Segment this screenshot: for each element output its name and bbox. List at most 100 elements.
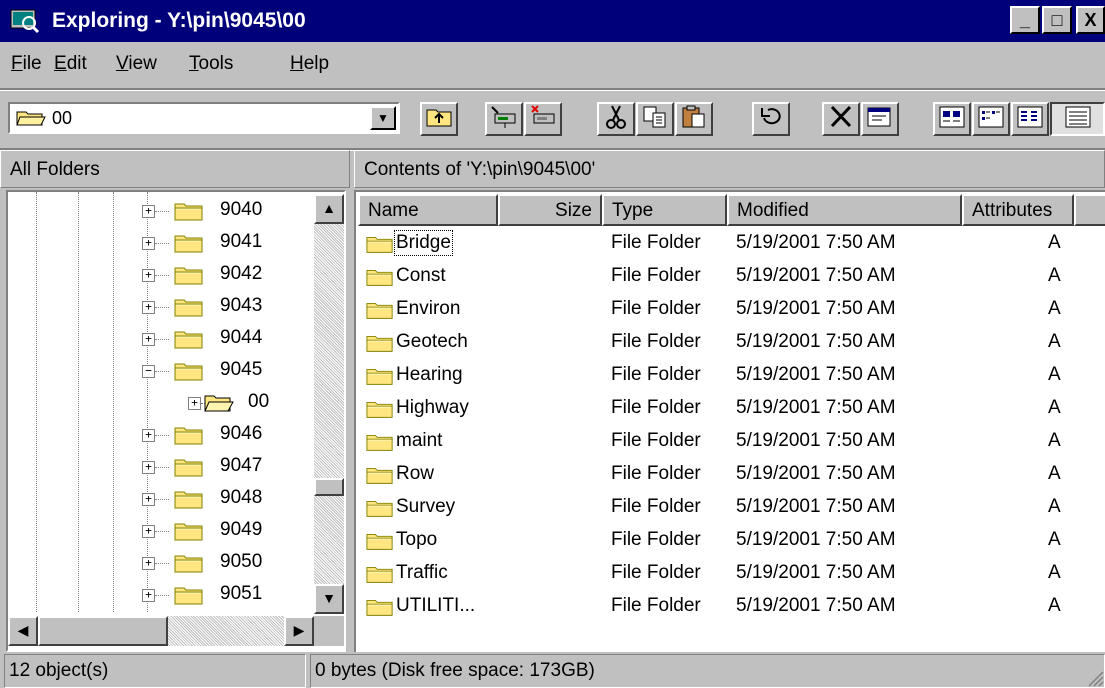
tree-item-label: 9049 — [220, 519, 263, 540]
column-size[interactable]: Size — [498, 194, 602, 226]
small-icons-button[interactable] — [972, 102, 1010, 136]
scroll-left-button[interactable]: ◀ — [8, 616, 38, 646]
cut-button[interactable] — [597, 102, 635, 136]
file-modified: 5/19/2001 7:50 AM — [736, 232, 896, 253]
column-modified[interactable]: Modified — [727, 194, 962, 226]
folder-icon — [366, 435, 393, 451]
resize-grip-icon[interactable] — [1085, 668, 1105, 688]
tree-item[interactable]: +9046 — [8, 420, 308, 452]
column-name[interactable]: Name — [358, 194, 498, 226]
tree-vscroll-track[interactable] — [314, 194, 344, 614]
menu-accel: T — [189, 53, 199, 74]
menu-view[interactable]: View — [116, 53, 157, 75]
file-name: Highway — [396, 397, 469, 418]
list-item[interactable]: Environ File Folder 5/19/2001 7:50 AM A — [356, 294, 1101, 328]
expand-toggle[interactable]: + — [142, 269, 155, 282]
up-one-level-button[interactable] — [420, 102, 458, 136]
expand-toggle[interactable]: + — [142, 493, 155, 506]
list-item[interactable]: Row File Folder 5/19/2001 7:50 AM A — [356, 459, 1101, 493]
large-icons-button[interactable] — [933, 102, 971, 136]
expand-toggle[interactable]: + — [142, 525, 155, 538]
expand-toggle[interactable]: + — [142, 557, 155, 570]
tree-hscroll-thumb[interactable] — [38, 616, 168, 646]
address-dropdown-button[interactable]: ▼ — [370, 106, 396, 130]
folder-tree[interactable]: +9040 +9041 +9042 +9043 +9044−9045 +00 +9046 +9… — [6, 190, 346, 652]
paste-icon — [682, 105, 705, 128]
contents-label: Contents of 'Y:\pin\9045\00' — [364, 159, 596, 180]
list-item[interactable]: Bridge File Folder 5/19/2001 7:50 AM A — [356, 228, 1101, 262]
tree-item[interactable]: +9040 — [8, 196, 308, 228]
tree-item-label: 9043 — [220, 295, 263, 316]
file-modified: 5/19/2001 7:50 AM — [736, 298, 896, 319]
tree-connector — [155, 371, 169, 372]
tree-vscroll-thumb[interactable] — [314, 478, 344, 496]
small-icons-icon — [978, 106, 1004, 128]
folder-icon — [366, 270, 393, 286]
disconnect-network-drive-button[interactable] — [524, 102, 562, 136]
expand-toggle[interactable]: + — [142, 205, 155, 218]
menu-file[interactable]: File — [11, 53, 42, 75]
column-attributes[interactable]: Attributes — [962, 194, 1074, 226]
tree-item[interactable]: +9051 — [8, 580, 308, 612]
tree-item[interactable]: − 9045 — [8, 356, 308, 388]
tree-item[interactable]: +9042 — [8, 260, 308, 292]
menu-tools[interactable]: Tools — [189, 53, 233, 75]
column-type[interactable]: Type — [602, 194, 727, 226]
list-item[interactable]: Highway File Folder 5/19/2001 7:50 AM A — [356, 393, 1101, 427]
properties-button[interactable] — [861, 102, 899, 136]
expand-toggle[interactable]: + — [142, 589, 155, 602]
file-attributes: A — [1048, 463, 1061, 484]
tree-item[interactable]: +00 — [8, 388, 308, 420]
tree-item[interactable]: +9043 — [8, 292, 308, 324]
file-name: Environ — [396, 298, 461, 319]
tree-item[interactable]: +9048 — [8, 484, 308, 516]
title-bar[interactable]: Exploring - Y:\pin\9045\00 _ □ X — [0, 0, 1105, 42]
explorer-icon — [10, 9, 40, 34]
file-list[interactable]: Name Size Type Modified Attributes Bridg… — [354, 190, 1105, 652]
file-attributes: A — [1048, 496, 1061, 517]
tree-item[interactable]: +9041 — [8, 228, 308, 260]
tree-item[interactable]: +9049 — [8, 516, 308, 548]
delete-button[interactable] — [822, 102, 860, 136]
details-view-button[interactable] — [1050, 102, 1105, 136]
expand-toggle[interactable]: + — [142, 301, 155, 314]
undo-button[interactable] — [752, 102, 790, 136]
list-item[interactable]: maint File Folder 5/19/2001 7:50 AM A — [356, 426, 1101, 460]
list-item[interactable]: Traffic File Folder 5/19/2001 7:50 AM A — [356, 558, 1101, 592]
tree-item[interactable]: +9044 — [8, 324, 308, 356]
list-item[interactable]: Survey File Folder 5/19/2001 7:50 AM A — [356, 492, 1101, 526]
file-type: File Folder — [611, 562, 701, 583]
status-objects-text: 12 object(s) — [9, 660, 109, 681]
tree-item[interactable]: +9050 — [8, 548, 308, 580]
expand-toggle[interactable]: + — [142, 429, 155, 442]
scroll-up-button[interactable]: ▲ — [314, 194, 344, 224]
copy-button[interactable] — [636, 102, 674, 136]
menu-help[interactable]: Help — [290, 53, 329, 75]
maximize-button[interactable]: □ — [1042, 6, 1072, 34]
scroll-down-button[interactable]: ▼ — [314, 584, 344, 614]
tree-item-label: 9044 — [220, 327, 263, 348]
file-attributes: A — [1048, 595, 1061, 616]
paste-button[interactable] — [675, 102, 713, 136]
address-combo[interactable]: 00 ▼ — [8, 102, 400, 134]
minimize-button[interactable]: _ — [1010, 6, 1040, 34]
list-item[interactable]: Topo File Folder 5/19/2001 7:50 AM A — [356, 525, 1101, 559]
tree-connector — [155, 307, 169, 308]
expand-toggle[interactable]: + — [142, 333, 155, 346]
expand-toggle[interactable]: + — [142, 461, 155, 474]
map-network-drive-button[interactable] — [485, 102, 523, 136]
expand-toggle[interactable]: + — [142, 237, 155, 250]
list-item[interactable]: Const File Folder 5/19/2001 7:50 AM A — [356, 261, 1101, 295]
expand-toggle[interactable]: − — [142, 365, 155, 378]
list-item[interactable]: Geotech File Folder 5/19/2001 7:50 AM A — [356, 327, 1101, 361]
list-item[interactable]: Hearing File Folder 5/19/2001 7:50 AM A — [356, 360, 1101, 394]
expand-toggle[interactable]: + — [188, 397, 201, 410]
file-type: File Folder — [611, 529, 701, 550]
menu-edit[interactable]: Edit — [54, 53, 87, 75]
list-view-button[interactable] — [1011, 102, 1049, 136]
close-button[interactable]: X — [1076, 6, 1105, 34]
close-icon: X — [1084, 10, 1097, 30]
scroll-right-button[interactable]: ▶ — [284, 616, 314, 646]
list-item[interactable]: UTILITI... File Folder 5/19/2001 7:50 AM A — [356, 591, 1101, 625]
tree-item[interactable]: +9047 — [8, 452, 308, 484]
